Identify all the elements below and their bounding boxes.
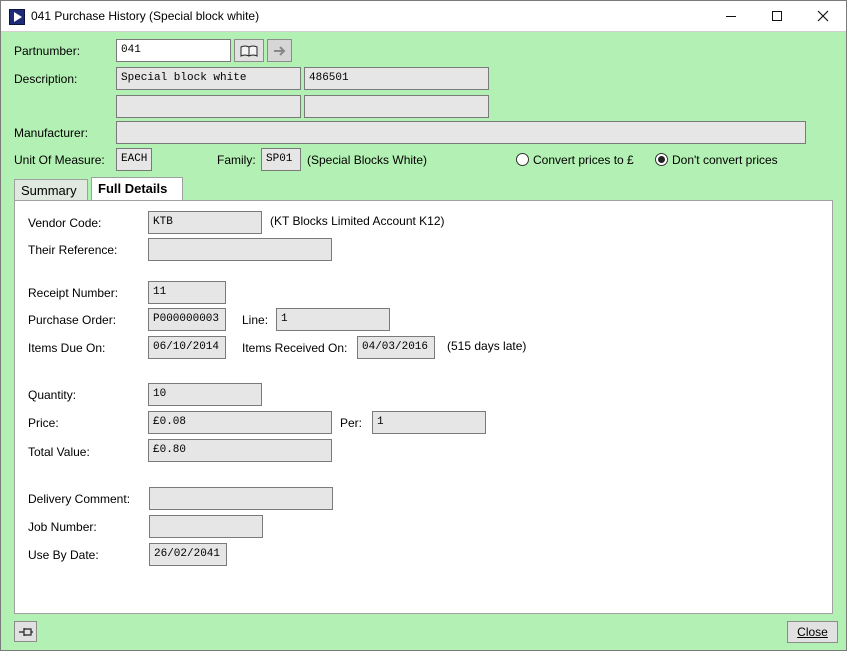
purchase-order-label: Purchase Order: [28,313,117,327]
partnumber-input[interactable]: 041 [116,39,231,62]
use-by-date-field[interactable]: 26/02/2041 [149,543,227,566]
manufacturer-label: Manufacturer: [14,126,89,140]
app-icon [9,9,25,25]
arrow-right-icon [273,45,285,56]
family-description: (Special Blocks White) [307,153,428,167]
per-label: Per: [340,416,363,430]
delivery-comment-field[interactable] [149,487,333,510]
vendor-code-label: Vendor Code: [28,216,102,230]
window-title: 041 Purchase History (Special block whit… [31,9,260,23]
pin-icon [18,627,33,636]
dont-convert-prices-label: Don't convert prices [672,153,778,167]
their-reference-field[interactable] [148,238,332,261]
their-reference-label: Their Reference: [28,243,118,257]
quantity-field[interactable]: 10 [148,383,262,406]
pin-button[interactable] [14,621,37,642]
minimize-icon [726,15,736,17]
partnumber-label: Partnumber: [14,44,81,58]
full-details-panel: Vendor Code: KTB (KT Blocks Limited Acco… [14,200,833,614]
description-line-2[interactable] [116,95,301,118]
delivery-comment-label: Delivery Comment: [28,492,131,506]
line-field[interactable]: 1 [276,308,390,331]
use-by-date-label: Use By Date: [28,548,99,562]
maximize-button[interactable] [754,1,800,31]
quantity-label: Quantity: [28,388,77,402]
tab-full-details[interactable]: Full Details [91,177,183,201]
price-label: Price: [28,416,59,430]
dont-convert-prices-radio[interactable] [655,153,668,166]
items-due-label: Items Due On: [28,341,106,355]
description-label: Description: [14,72,78,86]
price-field[interactable]: £0.08 [148,411,332,434]
uom-label: Unit Of Measure: [14,153,105,167]
maximize-icon [772,11,782,21]
description-code[interactable]: 486501 [304,67,489,90]
book-icon [240,45,258,57]
uom-field[interactable]: EACH [116,148,152,171]
close-icon [817,10,829,22]
line-label: Line: [242,313,269,327]
job-number-field[interactable] [149,515,263,538]
family-field[interactable]: SP01 [261,148,301,171]
items-received-field[interactable]: 04/03/2016 [357,336,435,359]
description-line-3[interactable] [304,95,489,118]
tab-summary[interactable]: Summary [14,179,88,201]
late-note: (515 days late) [447,339,527,353]
close-window-button[interactable] [800,1,846,31]
vendor-description: (KT Blocks Limited Account K12) [270,214,445,228]
receipt-number-field[interactable]: 11 [148,281,226,304]
family-label: Family: [217,153,256,167]
close-button[interactable]: Close [787,621,838,643]
items-due-field[interactable]: 06/10/2014 [148,336,226,359]
lookup-button[interactable] [234,39,264,62]
vendor-code-field[interactable]: KTB [148,211,262,234]
go-button[interactable] [267,39,292,62]
description-line-1[interactable]: Special block white [116,67,301,90]
convert-prices-radio[interactable] [516,153,529,166]
purchase-history-window: 041 Purchase History (Special block whit… [0,0,847,651]
items-received-label: Items Received On: [242,341,348,355]
purchase-order-field[interactable]: P000000003 [148,308,226,331]
convert-prices-label: Convert prices to £ [533,153,634,167]
total-value-field[interactable]: £0.80 [148,439,332,462]
manufacturer-field[interactable] [116,121,806,144]
job-number-label: Job Number: [28,520,97,534]
minimize-button[interactable] [708,1,754,31]
receipt-number-label: Receipt Number: [28,286,119,300]
title-bar: 041 Purchase History (Special block whit… [1,1,846,32]
per-field[interactable]: 1 [372,411,486,434]
total-value-label: Total Value: [28,445,90,459]
